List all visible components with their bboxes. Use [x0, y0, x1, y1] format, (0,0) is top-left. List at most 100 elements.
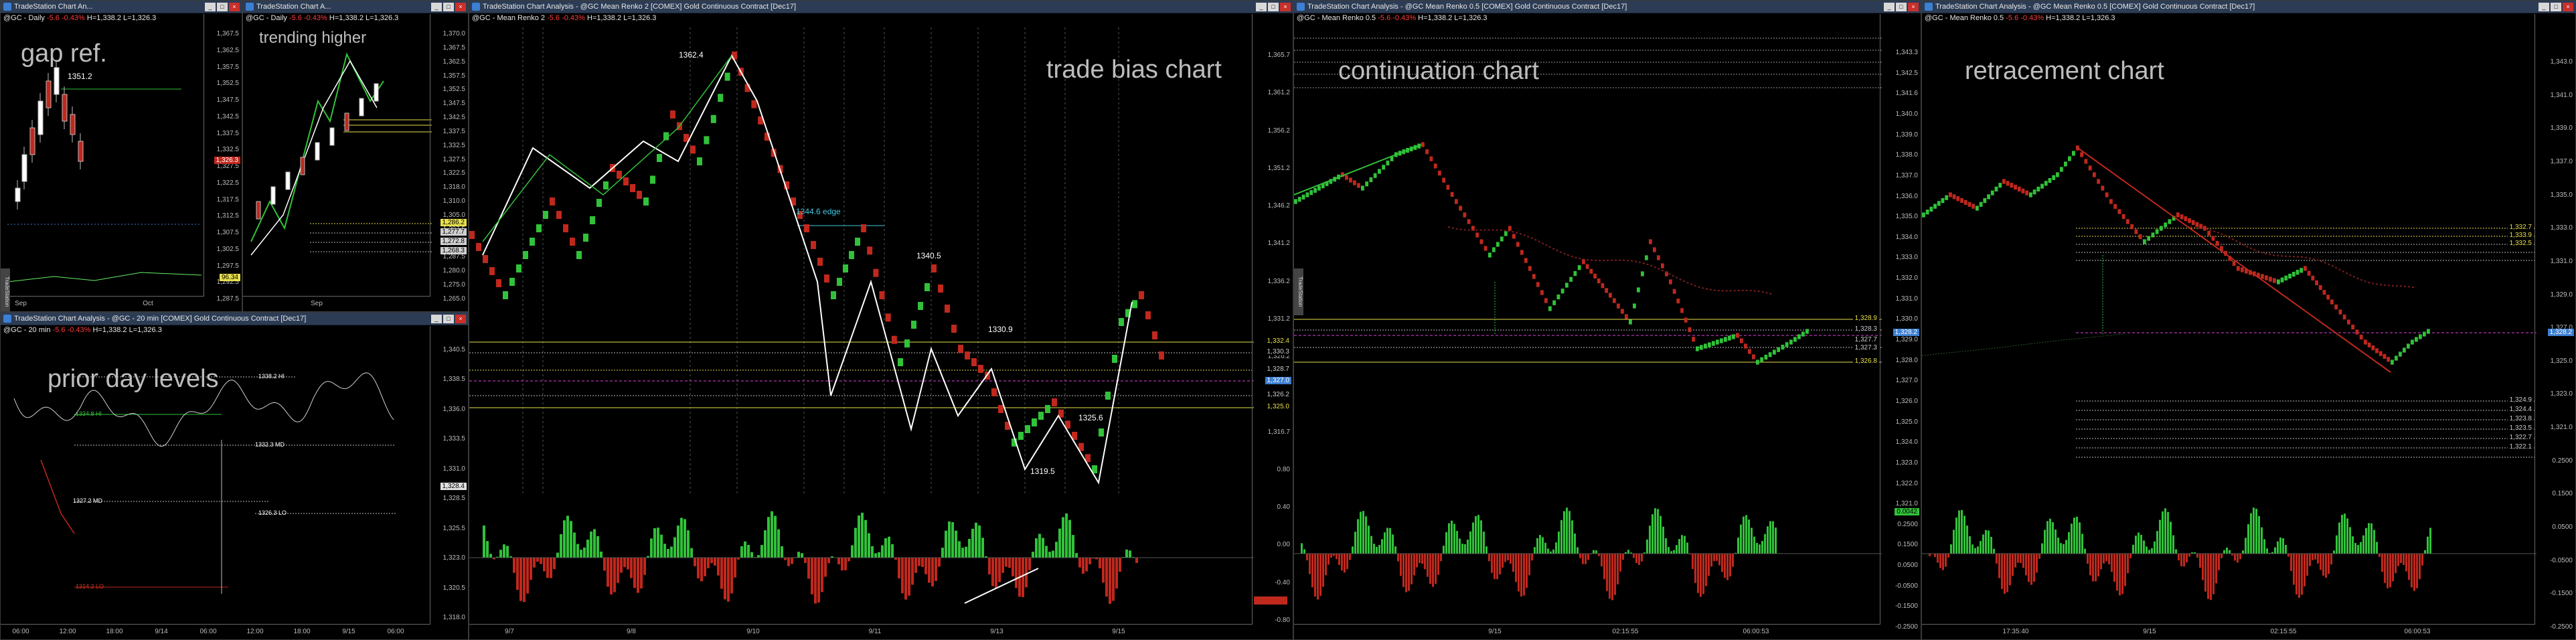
- histogram-bar: [1028, 558, 1031, 570]
- prior-day-levels-window[interactable]: TradeStation Chart Analysis - @GC - 20 m…: [0, 312, 469, 640]
- histogram-bar: [760, 545, 763, 558]
- level-price-tag: 1,327.7: [1852, 336, 1879, 343]
- renko-brick: [1520, 250, 1524, 255]
- histogram-bar: [2266, 548, 2268, 554]
- histogram-bar: [1502, 554, 1504, 568]
- renko-brick: [2195, 222, 2199, 227]
- histogram-bar: [1753, 536, 1755, 554]
- time-axis[interactable]: Sep: [243, 296, 430, 311]
- histogram-bar: [1587, 554, 1589, 560]
- time-axis[interactable]: 17:35:40 9/15 02:15:55 06:00:53: [1922, 624, 2535, 639]
- histogram-bar: [2400, 554, 2402, 563]
- renko-brick: [2017, 186, 2021, 192]
- renko-brick: [2080, 152, 2084, 157]
- renko-brick: [1145, 311, 1151, 319]
- renko-brick: [1560, 289, 1564, 294]
- histogram-bar: [1627, 550, 1629, 554]
- histogram-bar: [734, 558, 736, 578]
- price-tick: 1,347.5: [216, 96, 239, 104]
- renko-brick: [2151, 232, 2155, 238]
- renko-brick: [2367, 342, 2371, 347]
- price-axis[interactable]: 1,343.3 1,342.5 1,341.6 1,340.0 1,339.0 1,338…: [1880, 14, 1921, 631]
- histogram-bar: [1035, 538, 1038, 558]
- gap-ref-chart-window[interactable]: TradeStation Chart An... _ □ × @GC - Daily…: [0, 0, 242, 312]
- renko-brick: [1773, 349, 1776, 355]
- renko-brick: [991, 388, 997, 396]
- side-panel-tab[interactable]: TradeStation: [1294, 268, 1303, 315]
- histogram-bar: [1601, 554, 1603, 566]
- renko-brick: [1305, 192, 1309, 197]
- price-tick: 1,327.0: [1895, 377, 1918, 385]
- price-tick: 1,339.0: [2550, 125, 2573, 133]
- continuation-chart-window[interactable]: TradeStation Chart Analysis - @GC Mean R…: [1293, 0, 1921, 640]
- time-axis[interactable]: 9/15 02:15:55 06:00:53: [1294, 624, 1880, 639]
- trending-chart-window[interactable]: TradeStation Chart A... _ □ × @GC - Daily …: [242, 0, 469, 312]
- histogram-bar: [1769, 521, 1771, 554]
- price-plot[interactable]: [1294, 1, 1921, 640]
- renko-brick: [2044, 181, 2048, 186]
- side-panel-tab[interactable]: TradeStation: [1, 268, 10, 311]
- renko-brick: [2300, 268, 2304, 273]
- price-plot[interactable]: 1,332.4 1,330.3 1,328.7 1,326.2 1,325.0: [469, 1, 1293, 640]
- histogram-bar: [2397, 554, 2399, 566]
- histogram-bar: [2038, 554, 2040, 559]
- time-axis[interactable]: Sep Oct: [1, 296, 204, 311]
- histogram-bar: [573, 532, 576, 558]
- histogram-bar: [2341, 514, 2343, 554]
- level-price-tag: 1,333.9: [2507, 232, 2534, 239]
- renko-brick: [2029, 192, 2032, 197]
- price-tick: 1,275.0: [442, 281, 465, 289]
- histogram-bar: [824, 558, 827, 577]
- price-axis[interactable]: 1,340.5 1,338.5 1,336.0 1,333.5 1,331.0 1,328…: [430, 326, 468, 625]
- price-plot[interactable]: [1, 313, 469, 640]
- histogram-bar: [1494, 554, 1496, 579]
- price-tick: 1,346.2: [1267, 202, 1290, 210]
- price-tick: 1,357.5: [216, 63, 239, 71]
- renko-brick: [503, 291, 508, 299]
- renko-brick: [1712, 341, 1715, 346]
- time-axis[interactable]: 06:00 12:00 18:00 9/14 06:00 12:00 18:00 9/15 06…: [1, 624, 430, 639]
- price-plot[interactable]: [1922, 1, 2576, 640]
- level-price-tag: 1,332.4: [1265, 337, 1291, 345]
- histogram-bar: [2360, 542, 2362, 554]
- histogram-bar: [2419, 554, 2421, 580]
- renko-brick: [2160, 226, 2163, 231]
- price-tick: 1,324.0: [1895, 438, 1918, 447]
- histogram-bar: [2242, 550, 2244, 554]
- histogram-bar: [1566, 507, 1568, 554]
- histogram-bar: [2416, 554, 2418, 588]
- histogram-bar: [2178, 554, 2180, 561]
- price-axis[interactable]: 1,365.7 1,361.2 1,356.2 1,351.2 1,346.2 1,341…: [1252, 14, 1293, 625]
- price-tick: 1,340.0: [1895, 110, 1918, 118]
- histogram-bar: [2079, 522, 2081, 554]
- price-tick: 1,302.5: [216, 245, 239, 253]
- histogram-bar: [1544, 542, 1546, 554]
- price-tick: 1,323.0: [2550, 390, 2573, 398]
- price-axis[interactable]: 1,367.5 1,362.5 1,357.5 1,352.5 1,347.5 1,342…: [204, 14, 242, 303]
- histogram-bar: [2408, 554, 2410, 580]
- histogram-bar: [1929, 554, 1931, 556]
- histogram-bar: [2073, 517, 2075, 554]
- histogram-bar: [958, 541, 961, 558]
- renko-brick: [2265, 275, 2268, 281]
- renko-brick: [1548, 306, 1552, 311]
- renko-brick: [2143, 239, 2146, 244]
- price-axis[interactable]: 1,343.0 1,341.0 1,339.0 1,337.0 1,335.0 1,333…: [2534, 14, 2575, 631]
- histogram-bar: [1547, 548, 1549, 554]
- histogram-bar: [2052, 522, 2054, 554]
- hilo-label: H=1,338.2 L=1,326.3: [1418, 14, 1487, 22]
- renko-brick: [1696, 346, 1699, 351]
- renko-brick: [1987, 194, 1990, 199]
- histogram-bar: [2009, 554, 2011, 586]
- histogram-bar: [1526, 554, 1528, 588]
- histogram-bar: [1370, 536, 1372, 554]
- time-axis[interactable]: 9/7 9/8 9/10 9/11 9/13 9/15: [469, 624, 1253, 639]
- histogram-bar: [1969, 536, 1971, 554]
- histogram-bar: [1598, 554, 1600, 556]
- trade-bias-chart-window[interactable]: TradeStation Chart Analysis - @GC Mean R…: [469, 0, 1293, 640]
- retracement-chart-window[interactable]: TradeStation Chart Analysis - @GC Mean R…: [1921, 0, 2576, 640]
- histogram-bar: [2296, 554, 2298, 594]
- level-price-tag: 1,327.3: [1852, 344, 1879, 351]
- renko-brick: [1361, 185, 1364, 191]
- histogram-bar: [1429, 554, 1431, 584]
